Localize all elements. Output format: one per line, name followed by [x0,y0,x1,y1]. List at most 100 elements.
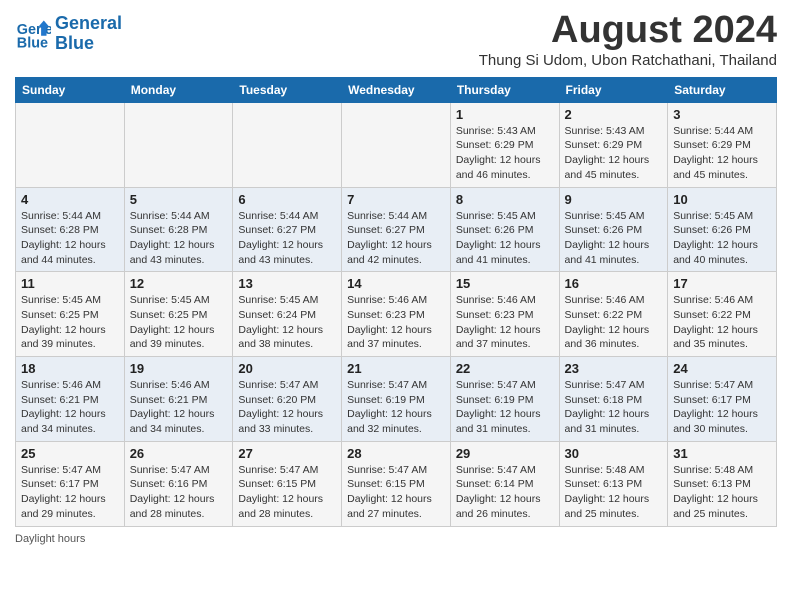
cell-info: Sunrise: 5:45 AM Sunset: 6:25 PM Dayligh… [130,293,228,352]
cell-date: 27 [238,446,336,461]
cell-info: Sunrise: 5:46 AM Sunset: 6:23 PM Dayligh… [347,293,445,352]
calendar-cell: 29Sunrise: 5:47 AM Sunset: 6:14 PM Dayli… [450,441,559,526]
cell-info: Sunrise: 5:44 AM Sunset: 6:29 PM Dayligh… [673,124,771,183]
footer-note: Daylight hours [15,533,777,545]
calendar-cell: 15 Sunrise: 5:46 AM Sunset: 6:23 PM Dayli… [450,272,559,357]
cell-date: 28 [347,446,445,461]
calendar-cell: 19Sunrise: 5:46 AM Sunset: 6:21 PM Dayli… [124,357,233,442]
cell-info: Sunrise: 5:45 AM Sunset: 6:24 PM Dayligh… [238,293,336,352]
calendar-cell: 20 Sunrise: 5:47 AM Sunset: 6:20 PM Dayli… [233,357,342,442]
calendar-cell: 2 Sunrise: 5:43 AM Sunset: 6:29 PM Daylig… [559,102,668,187]
cell-date: 4 [21,192,119,207]
cell-date: 21 [347,361,445,376]
calendar-cell: 23 Sunrise: 5:47 AM Sunset: 6:18 PM Dayli… [559,357,668,442]
calendar-cell: 5Sunrise: 5:44 AM Sunset: 6:28 PM Daylig… [124,187,233,272]
calendar-cell: 25 Sunrise: 5:47 AM Sunset: 6:17 PM Dayli… [16,441,125,526]
logo-text: GeneralBlue [55,14,122,54]
calendar-week-row: 11 Sunrise: 5:45 AM Sunset: 6:25 PM Dayli… [16,272,777,357]
calendar-cell: 7 Sunrise: 5:44 AM Sunset: 6:27 PM Daylig… [342,187,451,272]
cell-info: Sunrise: 5:45 AM Sunset: 6:25 PM Dayligh… [21,293,119,352]
calendar-cell: 24 Sunrise: 5:47 AM Sunset: 6:17 PM Dayli… [668,357,777,442]
calendar-cell [233,102,342,187]
calendar-cell: 16 Sunrise: 5:46 AM Sunset: 6:22 PM Dayli… [559,272,668,357]
cell-date: 9 [565,192,663,207]
calendar-cell: 12 Sunrise: 5:45 AM Sunset: 6:25 PM Dayli… [124,272,233,357]
calendar-cell: 17 Sunrise: 5:46 AM Sunset: 6:22 PM Dayli… [668,272,777,357]
calendar-week-row: 18Sunrise: 5:46 AM Sunset: 6:21 PM Dayli… [16,357,777,442]
calendar-cell: 14Sunrise: 5:46 AM Sunset: 6:23 PM Dayli… [342,272,451,357]
cell-info: Sunrise: 5:47 AM Sunset: 6:18 PM Dayligh… [565,378,663,437]
cell-date: 20 [238,361,336,376]
calendar-cell: 18Sunrise: 5:46 AM Sunset: 6:21 PM Dayli… [16,357,125,442]
cell-date: 29 [456,446,554,461]
cell-info: Sunrise: 5:47 AM Sunset: 6:19 PM Dayligh… [347,378,445,437]
cell-info: Sunrise: 5:47 AM Sunset: 6:16 PM Dayligh… [130,463,228,522]
cell-info: Sunrise: 5:46 AM Sunset: 6:22 PM Dayligh… [673,293,771,352]
cell-date: 25 [21,446,119,461]
calendar-cell: 21 Sunrise: 5:47 AM Sunset: 6:19 PM Dayli… [342,357,451,442]
calendar-cell: 31Sunrise: 5:48 AM Sunset: 6:13 PM Dayli… [668,441,777,526]
logo: General Blue GeneralBlue [15,14,122,54]
cell-date: 17 [673,276,771,291]
cell-info: Sunrise: 5:47 AM Sunset: 6:15 PM Dayligh… [347,463,445,522]
cell-date: 26 [130,446,228,461]
cell-date: 24 [673,361,771,376]
calendar-cell: 9 Sunrise: 5:45 AM Sunset: 6:26 PM Daylig… [559,187,668,272]
cell-date: 7 [347,192,445,207]
calendar-week-row: 4 Sunrise: 5:44 AM Sunset: 6:28 PM Daylig… [16,187,777,272]
calendar-header-cell: Friday [559,77,668,102]
month-title: August 2024 [479,10,777,52]
cell-date: 30 [565,446,663,461]
cell-info: Sunrise: 5:48 AM Sunset: 6:13 PM Dayligh… [565,463,663,522]
cell-info: Sunrise: 5:48 AM Sunset: 6:13 PM Dayligh… [673,463,771,522]
cell-date: 8 [456,192,554,207]
cell-info: Sunrise: 5:44 AM Sunset: 6:28 PM Dayligh… [21,209,119,268]
cell-info: Sunrise: 5:47 AM Sunset: 6:20 PM Dayligh… [238,378,336,437]
cell-date: 19 [130,361,228,376]
cell-info: Sunrise: 5:44 AM Sunset: 6:27 PM Dayligh… [347,209,445,268]
cell-date: 3 [673,107,771,122]
calendar-cell: 1 Sunrise: 5:43 AM Sunset: 6:29 PM Daylig… [450,102,559,187]
cell-info: Sunrise: 5:46 AM Sunset: 6:22 PM Dayligh… [565,293,663,352]
cell-date: 15 [456,276,554,291]
cell-date: 6 [238,192,336,207]
calendar-header-cell: Tuesday [233,77,342,102]
cell-date: 12 [130,276,228,291]
title-area: August 2024 Thung Si Udom, Ubon Ratchath… [479,10,777,69]
calendar-cell: 26 Sunrise: 5:47 AM Sunset: 6:16 PM Dayli… [124,441,233,526]
calendar-cell [342,102,451,187]
cell-info: Sunrise: 5:45 AM Sunset: 6:26 PM Dayligh… [565,209,663,268]
calendar-cell: 10Sunrise: 5:45 AM Sunset: 6:26 PM Dayli… [668,187,777,272]
cell-date: 1 [456,107,554,122]
cell-info: Sunrise: 5:46 AM Sunset: 6:23 PM Dayligh… [456,293,554,352]
calendar-cell: 6 Sunrise: 5:44 AM Sunset: 6:27 PM Daylig… [233,187,342,272]
cell-date: 16 [565,276,663,291]
calendar-week-row: 25 Sunrise: 5:47 AM Sunset: 6:17 PM Dayli… [16,441,777,526]
calendar-cell: 13Sunrise: 5:45 AM Sunset: 6:24 PM Dayli… [233,272,342,357]
cell-info: Sunrise: 5:47 AM Sunset: 6:17 PM Dayligh… [673,378,771,437]
cell-info: Sunrise: 5:43 AM Sunset: 6:29 PM Dayligh… [456,124,554,183]
calendar-header-cell: Wednesday [342,77,451,102]
calendar-cell: 22Sunrise: 5:47 AM Sunset: 6:19 PM Dayli… [450,357,559,442]
calendar-cell: 30 Sunrise: 5:48 AM Sunset: 6:13 PM Dayli… [559,441,668,526]
logo-icon: General Blue [15,16,51,52]
cell-info: Sunrise: 5:45 AM Sunset: 6:26 PM Dayligh… [673,209,771,268]
cell-info: Sunrise: 5:47 AM Sunset: 6:17 PM Dayligh… [21,463,119,522]
cell-info: Sunrise: 5:45 AM Sunset: 6:26 PM Dayligh… [456,209,554,268]
calendar-body: 1 Sunrise: 5:43 AM Sunset: 6:29 PM Daylig… [16,102,777,526]
cell-date: 23 [565,361,663,376]
calendar-cell: 4 Sunrise: 5:44 AM Sunset: 6:28 PM Daylig… [16,187,125,272]
calendar-header-cell: Thursday [450,77,559,102]
calendar-header-cell: Sunday [16,77,125,102]
cell-info: Sunrise: 5:43 AM Sunset: 6:29 PM Dayligh… [565,124,663,183]
cell-info: Sunrise: 5:44 AM Sunset: 6:28 PM Dayligh… [130,209,228,268]
cell-date: 2 [565,107,663,122]
calendar-cell: 3 Sunrise: 5:44 AM Sunset: 6:29 PM Daylig… [668,102,777,187]
cell-info: Sunrise: 5:47 AM Sunset: 6:19 PM Dayligh… [456,378,554,437]
calendar-cell [124,102,233,187]
calendar-header-cell: Monday [124,77,233,102]
cell-info: Sunrise: 5:44 AM Sunset: 6:27 PM Dayligh… [238,209,336,268]
cell-date: 11 [21,276,119,291]
calendar-table: SundayMondayTuesdayWednesdayThursdayFrid… [15,77,777,527]
header: General Blue GeneralBlue August 2024 Thu… [15,10,777,69]
